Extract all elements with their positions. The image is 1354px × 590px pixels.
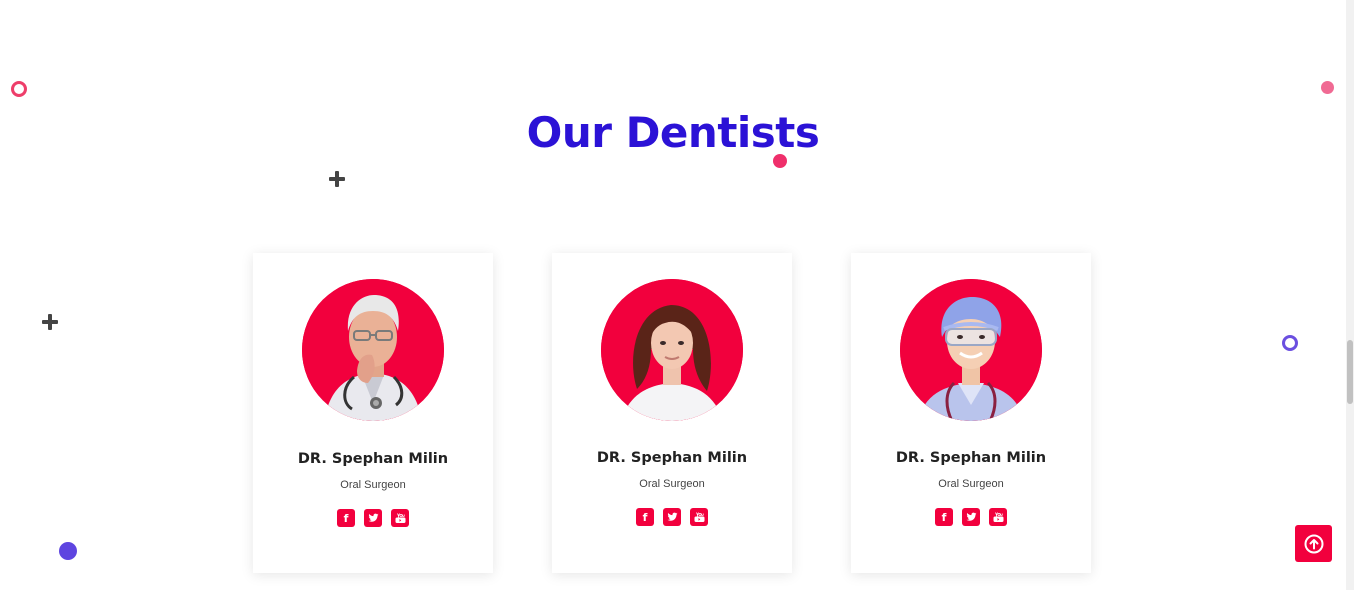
facebook-icon[interactable]: f bbox=[935, 508, 953, 526]
dentist-name: DR. Spephan Milin bbox=[297, 451, 449, 467]
scrollbar-thumb[interactable] bbox=[1347, 340, 1353, 404]
page-scrollbar[interactable] bbox=[1346, 0, 1354, 590]
dentist-photo bbox=[900, 279, 1042, 421]
twitter-icon[interactable] bbox=[962, 508, 980, 526]
dentist-role: Oral Surgeon bbox=[938, 478, 1004, 490]
facebook-icon[interactable]: f bbox=[636, 508, 654, 526]
dentist-role: Oral Surgeon bbox=[639, 478, 705, 490]
decor-plus-icon bbox=[42, 314, 58, 330]
back-to-top-button[interactable] bbox=[1295, 525, 1332, 562]
decor-dot-pink bbox=[1321, 81, 1334, 94]
dentist-role: Oral Surgeon bbox=[340, 479, 406, 491]
social-links: f bbox=[851, 508, 1091, 526]
section-title: Our Dentists bbox=[526, 108, 820, 157]
youtube-icon[interactable] bbox=[690, 508, 708, 526]
dentist-photo bbox=[302, 279, 444, 421]
dentist-name: DR. Spephan Milin bbox=[895, 450, 1047, 466]
dentist-card: DR. Spephan Milin Oral Surgeon f bbox=[552, 253, 792, 573]
twitter-icon[interactable] bbox=[364, 509, 382, 527]
dentist-card: DR. Spephan Milin Oral Surgeon f bbox=[253, 253, 493, 573]
dentist-card: DR. Spephan Milin Oral Surgeon f bbox=[851, 253, 1091, 573]
decor-ring-pink bbox=[11, 81, 27, 97]
dentist-name: DR. Spephan Milin bbox=[596, 450, 748, 466]
decor-ring-violet bbox=[1282, 335, 1298, 351]
youtube-icon[interactable] bbox=[989, 508, 1007, 526]
decor-dot-violet bbox=[59, 542, 77, 560]
social-links: f bbox=[253, 509, 493, 527]
decor-plus-icon bbox=[329, 171, 345, 187]
twitter-icon[interactable] bbox=[663, 508, 681, 526]
youtube-icon[interactable] bbox=[391, 509, 409, 527]
arrow-up-circle-icon bbox=[1304, 534, 1323, 553]
facebook-icon[interactable]: f bbox=[337, 509, 355, 527]
social-links: f bbox=[552, 508, 792, 526]
dentist-photo bbox=[601, 279, 743, 421]
